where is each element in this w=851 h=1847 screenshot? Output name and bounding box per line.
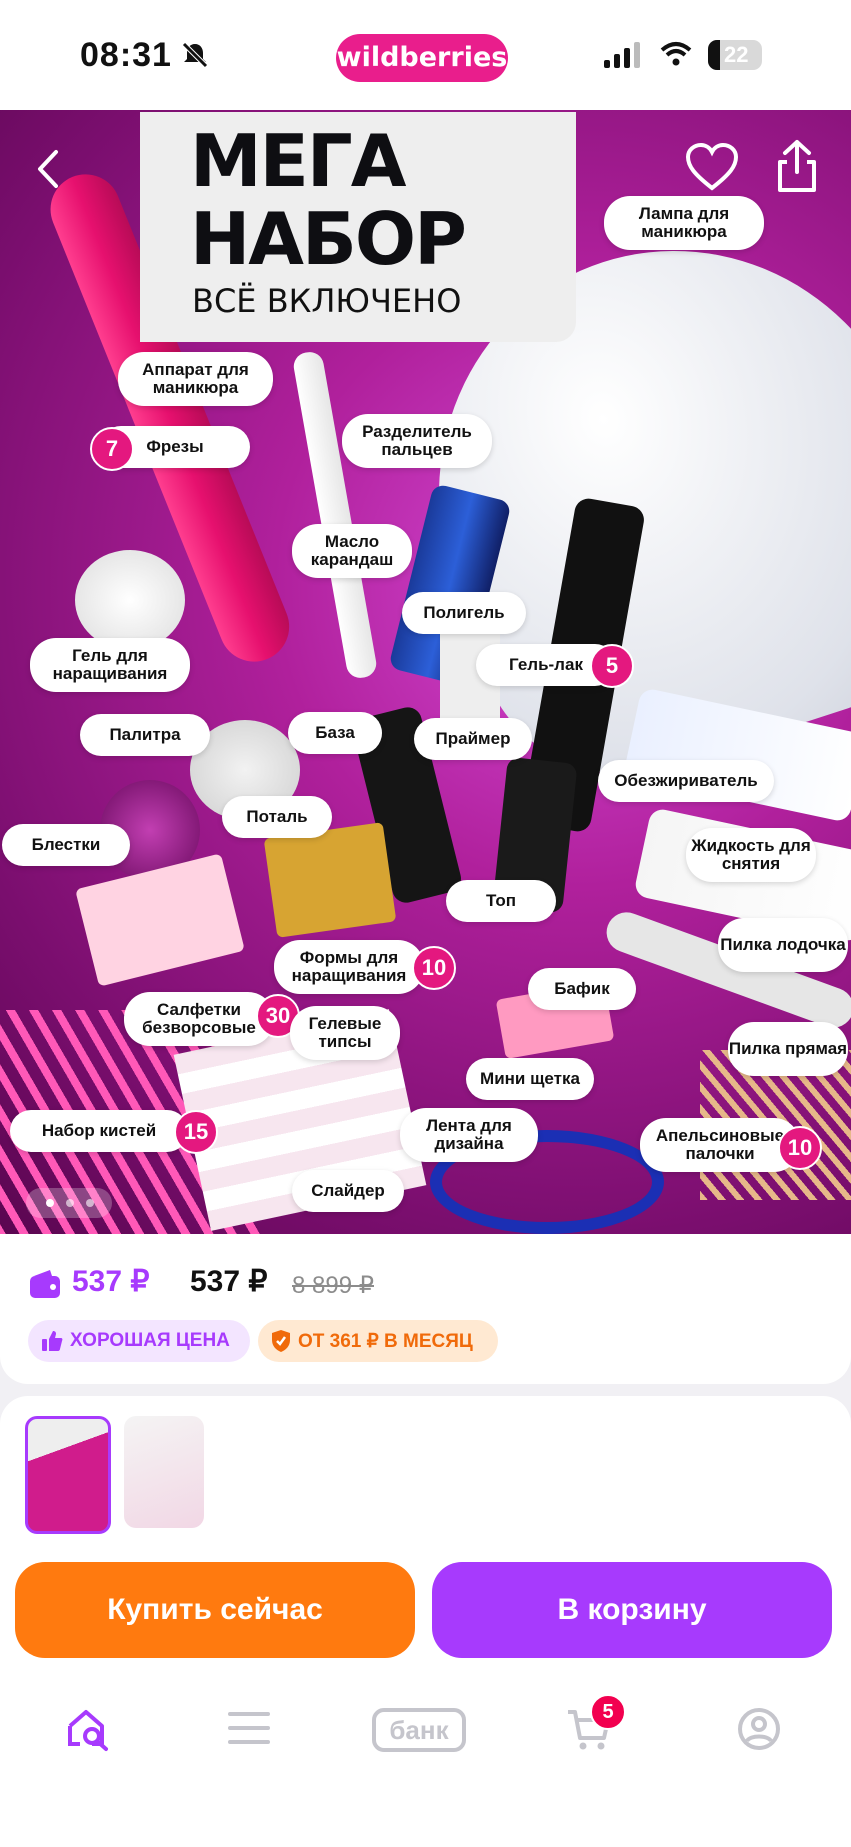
- price-card: 537 ₽ 537 ₽ 8 899 ₽ ХОРОШАЯ ЦЕНА ОТ 361 …: [0, 1234, 851, 1384]
- label-buffer: Бафик: [528, 968, 636, 1010]
- label-palette: Палитра: [80, 714, 210, 756]
- wallet-icon: [30, 1270, 60, 1298]
- label-foil: Поталь: [222, 796, 332, 838]
- brand-logo: wildberries: [336, 34, 508, 82]
- hero-title: МЕГА НАБОР: [190, 119, 467, 281]
- label-gel-tips: Гелевые типсы: [290, 1006, 400, 1060]
- label-mini-brush: Мини щетка: [466, 1058, 594, 1100]
- label-lamp: Лампа для маникюра: [604, 196, 764, 250]
- thumbnail-2[interactable]: [124, 1416, 204, 1528]
- add-to-cart-button[interactable]: В корзину: [432, 1562, 832, 1658]
- label-device: Аппарат для маникюра: [118, 352, 273, 406]
- shield-icon: [272, 1330, 290, 1352]
- label-separator: Разделитель пальцев: [342, 414, 492, 468]
- home-search-icon[interactable]: [66, 1706, 112, 1752]
- label-orange-sticks: Апельсиновые палочки: [640, 1118, 800, 1172]
- label-top: Топ: [446, 880, 556, 922]
- share-icon[interactable]: [772, 138, 822, 194]
- wallet-price: 537 ₽: [72, 1265, 150, 1298]
- favorite-heart-icon[interactable]: [684, 142, 740, 192]
- label-polygel: Полигель: [402, 592, 526, 634]
- product-image[interactable]: МЕГА НАБОР ВСЁ ВКЛЮЧЕНО Лампа для маникю…: [0, 110, 851, 1234]
- wifi-icon: [660, 42, 692, 66]
- count-gel-polish: 5: [590, 644, 634, 688]
- label-tape: Лента для дизайна: [400, 1108, 538, 1162]
- thumbnails-strip: [0, 1396, 851, 1546]
- label-forms: Формы для наращивания: [274, 940, 424, 994]
- action-bar: Купить сейчас В корзину: [0, 1546, 851, 1676]
- good-price-label: ХОРОШАЯ ЦЕНА: [70, 1330, 230, 1351]
- thumbs-up-icon: [42, 1331, 63, 1351]
- cart-count-badge: 5: [590, 1694, 626, 1730]
- back-chevron-icon[interactable]: [28, 144, 68, 194]
- profile-icon[interactable]: [736, 1706, 782, 1752]
- label-remover: Жидкость для снятия: [686, 828, 816, 882]
- clock: 08:31: [80, 36, 172, 74]
- installment-badge[interactable]: ОТ 361 ₽ В МЕСЯЦ: [258, 1320, 498, 1362]
- good-price-badge[interactable]: ХОРОШАЯ ЦЕНА: [28, 1320, 250, 1362]
- thumbnail-1[interactable]: [25, 1416, 111, 1534]
- label-boat-file: Пилка лодочка: [718, 918, 848, 972]
- menu-icon[interactable]: [228, 1706, 270, 1750]
- label-straight-file: Пилка прямая: [728, 1022, 848, 1076]
- label-primer: Праймер: [414, 718, 532, 760]
- battery-level: 22: [724, 42, 749, 67]
- label-oil: Масло карандаш: [292, 524, 412, 578]
- label-wipes: Салфетки безворсовые: [124, 992, 274, 1046]
- status-bar: 08:31 wildberries 22: [0, 0, 851, 110]
- current-price: 537 ₽: [190, 1265, 268, 1298]
- count-forms: 10: [412, 946, 456, 990]
- count-brush-set: 15: [174, 1110, 218, 1154]
- label-base: База: [288, 712, 382, 754]
- hero-subtitle: ВСЁ ВКЛЮЧЕНО: [192, 282, 462, 320]
- bottom-tab-bar: банк 5: [0, 1676, 851, 1847]
- buy-now-button[interactable]: Купить сейчас: [15, 1562, 415, 1658]
- image-pager-dots[interactable]: [26, 1188, 112, 1218]
- count-orange-sticks: 10: [778, 1126, 822, 1170]
- signal-icon: [604, 42, 640, 68]
- label-glitter: Блестки: [2, 824, 130, 866]
- battery-icon: 22: [708, 40, 762, 70]
- bank-tab[interactable]: банк: [372, 1708, 466, 1752]
- old-price: 8 899 ₽: [292, 1272, 374, 1299]
- installment-label: ОТ 361 ₽ В МЕСЯЦ: [298, 1330, 473, 1352]
- label-slider: Слайдер: [292, 1170, 404, 1212]
- label-extension-gel: Гель для наращивания: [30, 638, 190, 692]
- count-mills: 7: [90, 427, 134, 471]
- label-degreaser: Обезжириватель: [598, 760, 774, 802]
- label-brush-set: Набор кистей: [10, 1110, 188, 1152]
- bell-muted-icon: [182, 42, 208, 68]
